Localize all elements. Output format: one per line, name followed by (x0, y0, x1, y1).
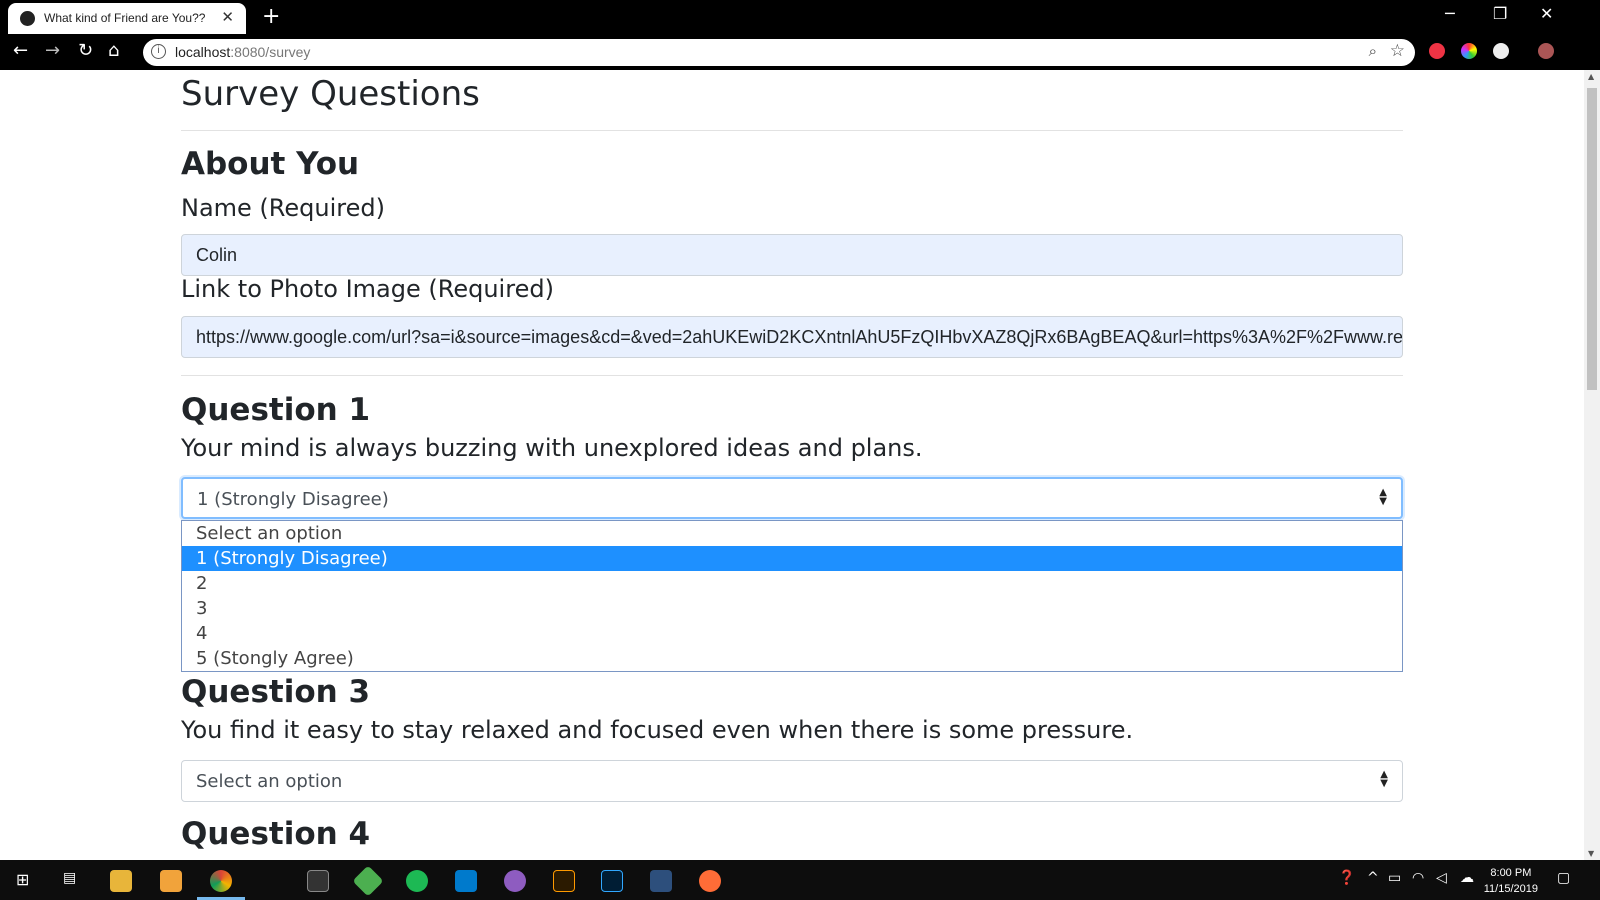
question-1-select[interactable]: 1 (Strongly Disagree) ▲ ▼ (181, 477, 1403, 519)
dropdown-option[interactable]: 1 (Strongly Disagree) (182, 546, 1402, 571)
photo-link-input[interactable]: https://www.google.com/url?sa=i&source=i… (181, 316, 1403, 358)
survey-page: Survey Questions About You Name (Require… (0, 70, 1584, 860)
page-scrollbar[interactable]: ▲ ▼ (1584, 70, 1600, 860)
postman-icon[interactable] (699, 870, 721, 892)
about-heading: About You (181, 146, 360, 182)
extension-icon[interactable] (1429, 43, 1445, 59)
scroll-down-icon[interactable]: ▼ (1588, 849, 1594, 858)
github-desktop-icon[interactable] (504, 870, 526, 892)
tab-close-icon[interactable]: ✕ (221, 8, 234, 26)
wifi-icon[interactable]: ◠ (1412, 870, 1424, 886)
globe-icon (20, 11, 35, 26)
question-3-heading: Question 3 (181, 674, 371, 710)
bookmark-star-icon[interactable]: ☆ (1390, 41, 1405, 61)
clock-time: 8:00 PM (1490, 867, 1532, 879)
task-view-icon[interactable]: ▤ (63, 870, 76, 886)
dropdown-option[interactable]: Select an option (182, 521, 1402, 546)
battery-icon[interactable]: ▭ (1388, 870, 1401, 886)
select-value: 1 (Strongly Disagree) (197, 489, 389, 510)
help-icon[interactable]: ❓ (1338, 870, 1355, 886)
media-player-icon[interactable] (160, 870, 182, 892)
forward-arrow-icon[interactable]: → (45, 40, 60, 61)
question-1-dropdown[interactable]: Select an option 1 (Strongly Disagree) 2… (181, 520, 1403, 672)
photo-label: Link to Photo Image (Required) (181, 275, 554, 303)
volume-icon[interactable]: ◁ (1436, 870, 1447, 886)
question-1-text: Your mind is always buzzing with unexplo… (181, 434, 923, 462)
new-tab-button[interactable]: + (262, 4, 280, 29)
restore-button[interactable]: ❐ (1493, 4, 1507, 23)
dropdown-option[interactable]: 3 (182, 596, 1402, 621)
tab-title: What kind of Friend are You?? (44, 11, 206, 25)
system-clock[interactable]: 8:00 PM 11/15/2019 (1484, 865, 1538, 897)
minimize-button[interactable]: ─ (1445, 4, 1455, 23)
chevron-up-icon[interactable]: ^ (1367, 870, 1379, 886)
spotify-icon[interactable] (406, 870, 428, 892)
windows-start-icon[interactable]: ⊞ (16, 870, 29, 889)
browser-toolbar: ← → ↻ ⌂ i localhost:8080/survey ⌕ ☆ (0, 34, 1600, 70)
file-explorer-icon[interactable] (110, 870, 132, 892)
mysql-workbench-icon[interactable] (650, 870, 672, 892)
address-bar[interactable]: i localhost:8080/survey ⌕ ☆ (143, 39, 1415, 66)
chrome-icon[interactable] (210, 870, 232, 892)
url-text[interactable]: localhost:8080/survey (175, 44, 310, 60)
browser-tab-bar: What kind of Friend are You?? ✕ + ─ ❐ ✕ (0, 0, 1600, 34)
profile-avatar[interactable] (1538, 43, 1554, 59)
scroll-thumb[interactable] (1587, 88, 1597, 390)
vscode-icon[interactable] (455, 870, 477, 892)
close-window-button[interactable]: ✕ (1540, 4, 1553, 23)
question-3-text: You find it easy to stay relaxed and foc… (181, 716, 1134, 744)
notifications-icon[interactable]: ▢ (1557, 870, 1570, 886)
info-icon[interactable]: i (151, 44, 166, 59)
page-title: Survey Questions (181, 74, 480, 114)
select-value: Select an option (196, 771, 343, 792)
dropdown-option[interactable]: 2 (182, 571, 1402, 596)
zoom-icon[interactable]: ⌕ (1369, 42, 1377, 60)
illustrator-icon[interactable] (553, 870, 575, 892)
home-icon[interactable]: ⌂ (108, 40, 119, 61)
question-1-heading: Question 1 (181, 392, 371, 428)
name-input[interactable]: Colin (181, 234, 1403, 276)
git-icon[interactable] (352, 865, 384, 897)
select-arrows-icon: ▲ ▼ (1380, 769, 1388, 789)
photoshop-icon[interactable] (601, 870, 623, 892)
terminal-icon[interactable] (307, 870, 329, 892)
divider (181, 130, 1403, 131)
select-arrows-icon: ▲ ▼ (1379, 487, 1387, 507)
extension-circle-icon[interactable] (1493, 43, 1509, 59)
browser-tab[interactable]: What kind of Friend are You?? ✕ (8, 3, 246, 34)
divider (181, 375, 1403, 376)
scroll-up-icon[interactable]: ▲ (1588, 72, 1594, 81)
windows-taskbar: ⊞ ▤ ❓ ^ ▭ ◠ ◁ ☁ 8:00 PM 11/15/2019 ▢ (0, 860, 1600, 900)
question-4-heading: Question 4 (181, 816, 371, 852)
dropdown-option[interactable]: 5 (Stongly Agree) (182, 646, 1402, 671)
dropdown-option[interactable]: 4 (182, 621, 1402, 646)
question-3-select[interactable]: Select an option ▲ ▼ (181, 760, 1403, 802)
reload-icon[interactable]: ↻ (78, 40, 93, 61)
color-extension-icon[interactable] (1461, 43, 1477, 59)
back-arrow-icon[interactable]: ← (13, 40, 28, 61)
cloud-icon[interactable]: ☁ (1460, 870, 1474, 886)
name-label: Name (Required) (181, 194, 385, 222)
clock-date: 11/15/2019 (1483, 883, 1538, 895)
